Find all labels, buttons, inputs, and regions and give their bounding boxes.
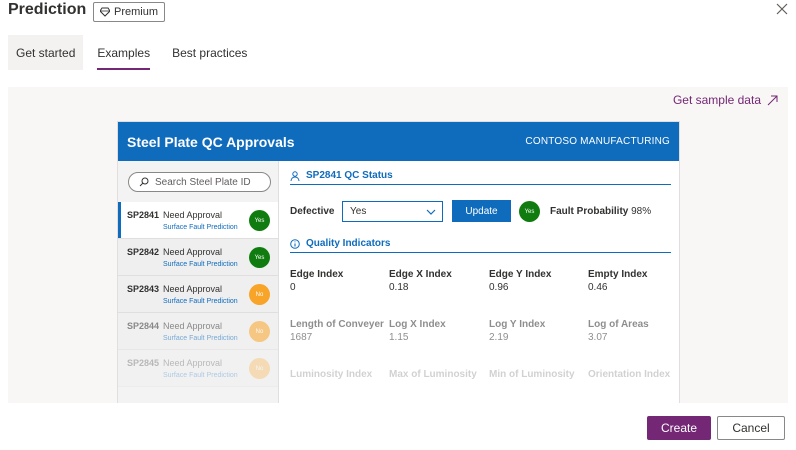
info-icon — [290, 238, 300, 249]
indicator-cell: Log Y Index 2.19 — [489, 319, 587, 343]
indicator-value: 2.19 — [489, 332, 509, 343]
indicator-name: Max of Luminosity — [389, 369, 477, 380]
defective-dropdown: Yes — [342, 201, 443, 222]
tab-best-practices[interactable]: Best practices — [164, 35, 255, 70]
dialog-title: Prediction — [8, 1, 87, 18]
indicator-name: Luminosity Index — [290, 369, 373, 380]
indicator-cell: Log X Index 1.15 — [389, 319, 487, 343]
indicator-value: 0 — [290, 282, 296, 293]
prediction-dialog: Prediction Premium Get started Examples … — [0, 0, 796, 450]
prediction-badge: Yes — [249, 210, 270, 231]
indicator-cell: Orientation Index — [588, 369, 679, 382]
company-name: CONTOSO MANUFACTURING — [525, 136, 670, 147]
plate-status: Need Approval — [163, 284, 223, 294]
plate-subtitle: Surface Fault Prediction — [163, 224, 238, 231]
indicator-cell: Edge Y Index 0.96 — [489, 269, 587, 293]
plate-subtitle: Surface Fault Prediction — [163, 298, 238, 305]
get-sample-data-link[interactable]: Get sample data — [673, 93, 778, 107]
search-placeholder: Search Steel Plate ID — [155, 176, 251, 188]
sample-link-label[interactable]: Get sample data — [673, 93, 761, 107]
create-button[interactable]: Create — [647, 416, 711, 440]
tab-get-started[interactable]: Get started — [8, 35, 84, 70]
fault-probability-value: 98% — [631, 206, 652, 217]
plate-id: SP2843 — [127, 284, 160, 294]
list-item: SP2843 Need Approval Surface Fault Predi… — [118, 276, 278, 313]
sample-app-screenshot: Steel Plate QC Approvals CONTOSO MANUFAC… — [117, 121, 680, 403]
indicator-cell: Min of Luminosity — [489, 369, 587, 382]
plate-list: SP2841 Need Approval Surface Fault Predi… — [118, 202, 278, 387]
indicator-name: Log X Index — [389, 319, 446, 330]
qc-status-header: SP2841 QC Status — [290, 167, 671, 185]
indicator-cell: Luminosity Index — [290, 369, 388, 382]
dialog-header: Prediction Premium — [0, 0, 796, 30]
plate-list-panel: Search Steel Plate ID SP2841 Need Approv… — [118, 161, 279, 403]
indicator-value: 0.96 — [489, 282, 509, 293]
indicator-name: Log Y Index — [489, 319, 546, 330]
search-icon — [139, 177, 149, 187]
list-item: SP2842 Need Approval Surface Fault Predi… — [118, 239, 278, 276]
tab-bar: Get started Examples Best practices — [8, 35, 261, 70]
fault-probability: Fault Probability 98% — [550, 206, 651, 217]
indicator-cell: Edge Index 0 — [290, 269, 388, 293]
fault-probability-label: Fault Probability — [550, 206, 629, 217]
indicator-cell: Max of Luminosity — [389, 369, 487, 382]
cancel-button[interactable]: Cancel — [717, 416, 785, 440]
indicator-name: Edge Y Index — [489, 269, 552, 280]
indicator-cell: Edge X Index 0.18 — [389, 269, 487, 293]
app-title: Steel Plate QC Approvals — [127, 133, 295, 150]
plate-detail-panel: SP2841 QC Status Defective Yes Update Ye… — [290, 161, 671, 403]
indicator-name: Length of Conveyer — [290, 319, 384, 330]
qc-status-title: SP2841 QC Status — [306, 170, 393, 181]
defective-label: Defective — [290, 206, 335, 217]
prediction-badge: No — [249, 321, 270, 342]
plate-subtitle: Surface Fault Prediction — [163, 372, 238, 379]
indicator-value: 0.18 — [389, 282, 409, 293]
plate-status: Need Approval — [163, 210, 223, 220]
indicator-name: Edge Index — [290, 269, 344, 280]
prediction-badge: Yes — [249, 247, 270, 268]
plate-id: SP2844 — [127, 321, 160, 331]
example-preview: Get sample data Steel Plate QC Approvals… — [8, 87, 788, 403]
update-button: Update — [452, 200, 511, 222]
premium-label: Premium — [114, 6, 159, 18]
indicator-cell: Empty Index 0.46 — [588, 269, 679, 293]
prediction-badge: No — [249, 284, 270, 305]
plate-status: Need Approval — [163, 358, 223, 368]
tab-examples[interactable]: Examples — [89, 35, 158, 70]
quality-indicators-title: Quality Indicators — [306, 238, 391, 249]
plate-id: SP2841 — [127, 210, 160, 220]
list-item: SP2841 Need Approval Surface Fault Predi… — [118, 202, 278, 239]
plate-status: Need Approval — [163, 321, 223, 331]
list-item: SP2844 Need Approval Surface Fault Predi… — [118, 313, 278, 350]
plate-subtitle: Surface Fault Prediction — [163, 335, 238, 342]
person-icon — [290, 170, 300, 181]
diamond-icon — [100, 7, 110, 17]
indicator-cell: Log of Areas 3.07 — [588, 319, 679, 343]
prediction-badge: No — [249, 358, 270, 379]
plate-id: SP2845 — [127, 358, 160, 368]
indicator-name: Log of Areas — [588, 319, 649, 330]
indicator-cell: Length of Conveyer 1687 — [290, 319, 388, 343]
close-icon[interactable] — [774, 1, 790, 17]
defective-value: Yes — [350, 206, 367, 217]
indicator-name: Empty Index — [588, 269, 648, 280]
plate-subtitle: Surface Fault Prediction — [163, 261, 238, 268]
indicator-name: Min of Luminosity — [489, 369, 575, 380]
app-title-bar: Steel Plate QC Approvals CONTOSO MANUFAC… — [118, 122, 679, 161]
plate-id: SP2842 — [127, 247, 160, 257]
quality-indicators-header: Quality Indicators — [290, 235, 671, 253]
list-item: SP2845 Need Approval Surface Fault Predi… — [118, 350, 278, 387]
premium-badge: Premium — [93, 2, 166, 22]
indicator-value: 1687 — [290, 332, 313, 343]
indicator-value: 3.07 — [588, 332, 608, 343]
indicator-value: 1.15 — [389, 332, 409, 343]
indicator-name: Edge X Index — [389, 269, 452, 280]
external-link-icon — [767, 95, 778, 105]
indicator-name: Orientation Index — [588, 369, 671, 380]
plate-status: Need Approval — [163, 247, 223, 257]
chevron-down-icon — [426, 209, 436, 215]
fault-badge: Yes — [519, 201, 540, 222]
plate-search-box: Search Steel Plate ID — [128, 172, 271, 192]
indicator-value: 0.46 — [588, 282, 608, 293]
